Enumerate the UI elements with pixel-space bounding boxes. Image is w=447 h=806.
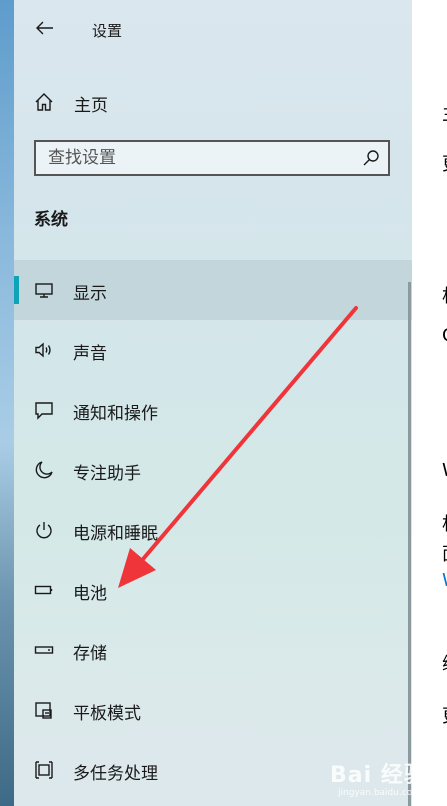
sidebar-item-label: 存储 [73,644,107,664]
sidebar-item-label: 电池 [73,584,107,604]
sidebar-item-label: 平板模式 [73,704,141,724]
watermark-site: jingyan.baidu.com [338,788,422,798]
multitasking-icon [35,761,53,779]
nav-list: 显示 声音 通知和操作 专注助手 电源和睡眠 电池 存储 平板模式 多任务处理 [14,260,412,800]
content-text-fragment: 更 [442,702,447,728]
sidebar-item-label: 专注助手 [73,464,141,484]
section-title: 系统 [34,210,68,230]
watermark-brand: Bai 经验 [330,763,427,788]
sidebar-item-label: 声音 [73,344,107,364]
settings-content-pane: 主 更 相 C W 相 面 W 缩 更 [412,0,447,806]
sidebar-item-battery[interactable]: 电池 [14,560,412,620]
desktop-background [0,0,14,806]
content-text-fragment: 更 [442,150,447,176]
moon-icon [35,461,53,479]
search-icon[interactable] [362,149,380,167]
window-title: 设置 [92,22,123,40]
sidebar-item-storage[interactable]: 存储 [14,620,412,680]
content-text-fragment: 相 [442,282,447,308]
content-heading-fragment: 主 [442,100,447,126]
sidebar-item-sound[interactable]: 声音 [14,320,412,380]
storage-icon [34,646,54,654]
sidebar-item-label: 电源和睡眠 [73,524,158,544]
watermark: Bai 经验 jingyan.baidu.com [330,752,442,802]
monitor-icon [35,283,53,298]
settings-navigation-pane: 设置 主页 系统 显示 声音 通知和操作 [14,0,412,806]
nav-home[interactable]: 主页 [14,82,412,122]
content-text-fragment: 面 [442,540,447,566]
search-input[interactable] [36,142,370,174]
sidebar-item-label: 通知和操作 [73,404,158,424]
content-heading-fragment: W [442,460,447,481]
content-text-fragment: C [442,325,447,346]
home-icon [35,93,53,111]
sidebar-item-focus-assist[interactable]: 专注助手 [14,440,412,500]
sidebar-item-tablet-mode[interactable]: 平板模式 [14,680,412,740]
nav-home-label: 主页 [74,96,108,116]
sidebar-item-power-sleep[interactable]: 电源和睡眠 [14,500,412,560]
content-text-fragment: 相 [442,510,447,536]
title-bar: 设置 [14,0,412,60]
back-button[interactable] [34,17,56,39]
search-box [34,140,390,176]
sidebar-item-display[interactable]: 显示 [14,260,412,320]
scrollbar[interactable] [408,282,411,806]
content-link-fragment[interactable]: W [442,570,447,591]
power-icon [36,522,52,539]
sidebar-item-notifications[interactable]: 通知和操作 [14,380,412,440]
back-arrow-icon [36,21,53,35]
battery-icon [34,585,53,595]
notification-icon [35,402,53,420]
content-heading-fragment: 缩 [442,650,447,676]
sidebar-item-label: 显示 [73,284,107,304]
tablet-mode-icon [35,702,52,719]
sidebar-item-label: 多任务处理 [73,764,158,784]
speaker-icon [35,342,51,358]
